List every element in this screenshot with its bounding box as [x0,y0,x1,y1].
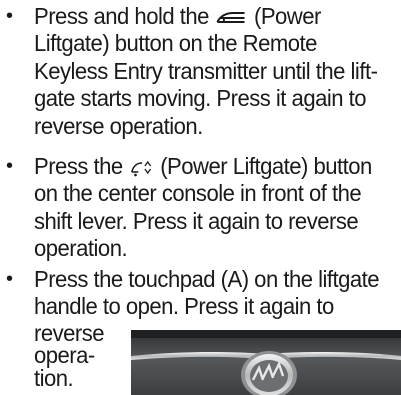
emblem-photo-graphic [131,330,401,395]
liftgate-emblem-photo [131,330,401,395]
text-line: Liftgate) button on the Remote [34,30,317,57]
liftgate-remote-icon [216,6,246,33]
text-line: shift lever. Press it again to reverse [34,207,359,234]
text-line: Press the (Power Liftgate) button [34,153,372,180]
text-line: handle to open. Press it again to [34,293,334,320]
bullet-marker: • [6,268,14,290]
bullet-text: Press the (Power Liftgate) button on the… [34,153,372,263]
bullet-marker: • [6,155,14,177]
liftgate-console-icon [130,156,153,183]
text-line: operation. [34,235,128,262]
text-line: on the center console in front of the [34,180,362,207]
bullet-text: Press and hold the (Power Liftgate) butt… [34,3,378,140]
text-line: Press the touchpad (A) on the liftgate [34,266,380,292]
text-line: Keyless Entry transmitter until the lift… [34,57,378,84]
text-line: reverse operation. [34,112,203,139]
manual-page: • Press and hold the (Power Liftgate) bu… [0,0,401,395]
text-line: gate starts moving. Press it again to [34,85,367,112]
bullet-marker: • [6,5,14,27]
text-line: Press and hold the (Power [34,3,377,30]
